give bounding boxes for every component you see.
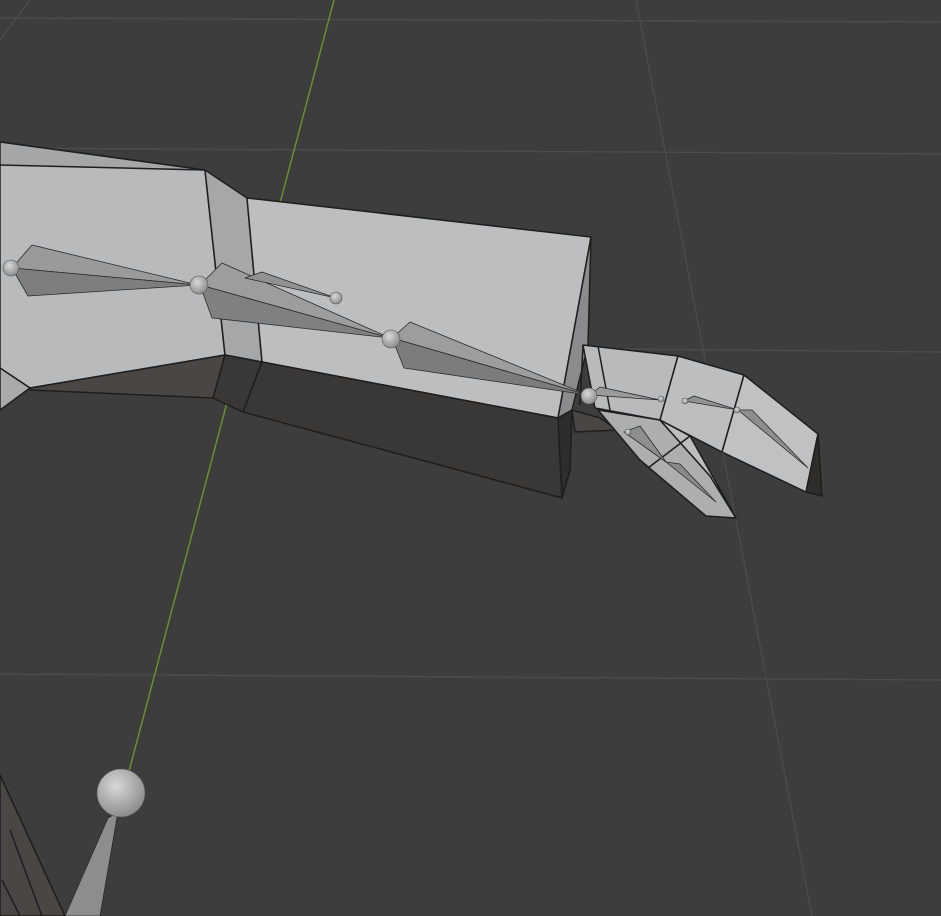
grid-line xyxy=(0,17,941,23)
bone-joint[interactable] xyxy=(329,291,343,305)
grid-line xyxy=(0,147,941,155)
lower-left-mesh[interactable] xyxy=(0,774,66,916)
bone-joint[interactable] xyxy=(733,406,741,414)
bone-joint[interactable] xyxy=(657,395,665,403)
bone-joint[interactable] xyxy=(381,329,401,349)
mesh-face xyxy=(0,141,206,171)
grid-line xyxy=(0,673,941,681)
bone-joint[interactable] xyxy=(624,428,632,436)
bone-joint[interactable] xyxy=(2,259,20,277)
grid-line xyxy=(0,0,31,41)
3d-viewport[interactable] xyxy=(0,0,941,916)
bone-joint[interactable] xyxy=(96,768,146,818)
bone-joint[interactable] xyxy=(189,275,209,295)
bone[interactable] xyxy=(64,811,119,916)
bone-joint[interactable] xyxy=(580,387,598,405)
bone-joint[interactable] xyxy=(681,397,689,405)
viewport-canvas[interactable] xyxy=(0,0,941,916)
